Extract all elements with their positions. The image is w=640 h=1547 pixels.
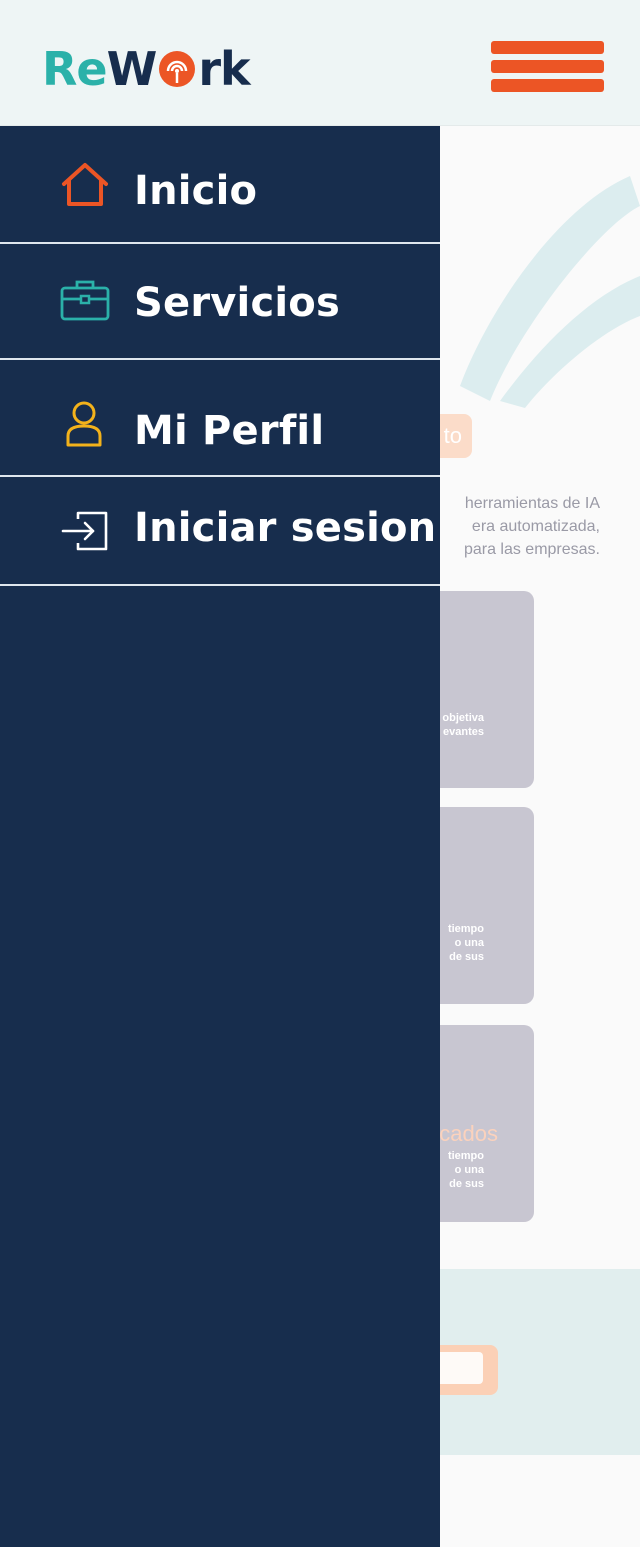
- hamburger-bar: [491, 41, 604, 54]
- menu-item-servicios[interactable]: Servicios: [0, 244, 440, 360]
- menu-item-label: Inicio: [134, 168, 258, 214]
- sign-in-icon: [61, 511, 108, 551]
- play-icon: [435, 1352, 483, 1384]
- navigation-drawer: Inicio Servicios Mi Perfil Iniciar sesio…: [0, 126, 440, 1547]
- menu-item-inicio[interactable]: Inicio: [0, 126, 440, 244]
- user-icon: [66, 401, 102, 447]
- menu-item-label: Mi Perfil: [134, 408, 325, 454]
- hero-brush-art: [460, 176, 640, 408]
- briefcase-icon: [60, 280, 110, 321]
- hamburger-bar: [491, 60, 604, 73]
- hamburger-bar: [491, 79, 604, 92]
- top-header: Re W rk: [0, 0, 640, 126]
- home-icon: [62, 163, 108, 206]
- hamburger-menu-button[interactable]: [491, 40, 604, 94]
- menu-item-mi-perfil[interactable]: Mi Perfil: [0, 360, 440, 477]
- signal-target-icon: [159, 51, 196, 87]
- menu-item-label: Iniciar sesion: [134, 505, 437, 551]
- rework-logo[interactable]: Re W rk: [42, 42, 251, 96]
- menu-item-iniciar-sesion[interactable]: Iniciar sesion: [0, 477, 440, 586]
- menu-item-label: Servicios: [134, 280, 340, 326]
